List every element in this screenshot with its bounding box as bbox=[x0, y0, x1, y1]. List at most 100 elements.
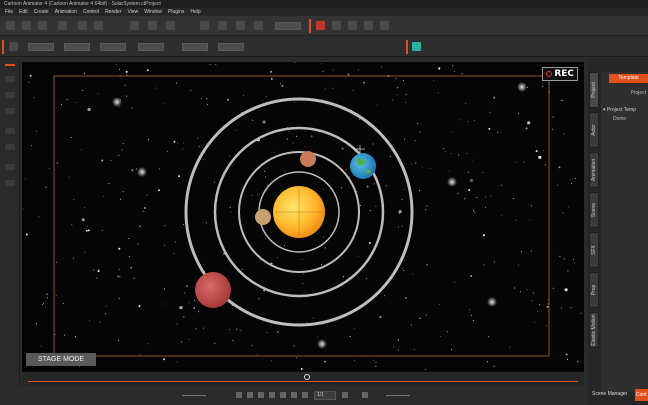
tree-root[interactable]: ▾ Project Temp bbox=[603, 107, 636, 113]
template-button[interactable]: Template bbox=[609, 74, 648, 83]
planet-mercury[interactable] bbox=[255, 209, 271, 225]
star bbox=[352, 90, 354, 92]
scene-manager-tab[interactable]: Scene Manager bbox=[592, 391, 627, 397]
tab-animation[interactable]: Animation bbox=[589, 152, 599, 188]
rail-tool-3[interactable] bbox=[5, 108, 15, 114]
redo-icon[interactable] bbox=[94, 21, 103, 30]
tab-project[interactable]: Project bbox=[589, 72, 599, 108]
zoom-field[interactable] bbox=[275, 22, 301, 30]
tab-scene[interactable]: Scene bbox=[589, 192, 599, 228]
timeline-scrubber[interactable] bbox=[22, 373, 584, 385]
star bbox=[181, 305, 183, 307]
menu-help[interactable]: Help bbox=[187, 8, 203, 16]
star bbox=[177, 142, 179, 144]
undo-icon[interactable] bbox=[78, 21, 87, 30]
tab-prop[interactable]: Prop bbox=[589, 272, 599, 308]
grid-icon[interactable] bbox=[254, 21, 263, 30]
rail-tool-1[interactable] bbox=[5, 76, 15, 82]
stage-icon[interactable] bbox=[9, 42, 18, 51]
star bbox=[176, 361, 178, 363]
star bbox=[101, 229, 103, 231]
menu-edit[interactable]: Edit bbox=[16, 8, 31, 16]
star bbox=[270, 70, 272, 73]
star bbox=[96, 277, 98, 279]
menu-create[interactable]: Create bbox=[31, 8, 52, 16]
star bbox=[565, 353, 568, 356]
rail-tool-7[interactable] bbox=[5, 180, 15, 186]
star bbox=[482, 171, 484, 173]
frame-field[interactable]: 1/1 bbox=[314, 391, 336, 400]
next-frame-icon[interactable] bbox=[280, 392, 286, 398]
fullscreen-icon[interactable] bbox=[362, 392, 368, 398]
option-field-5[interactable] bbox=[182, 43, 208, 51]
star bbox=[105, 305, 107, 307]
volume-slider[interactable] bbox=[182, 395, 206, 396]
new-icon[interactable] bbox=[6, 21, 15, 30]
menu-control[interactable]: Control bbox=[80, 8, 102, 16]
rail-tool-2[interactable] bbox=[5, 92, 15, 98]
next-key-icon[interactable] bbox=[291, 392, 297, 398]
loop-icon[interactable] bbox=[302, 392, 308, 398]
planet-earth[interactable] bbox=[350, 153, 376, 179]
planet-venus[interactable] bbox=[300, 151, 316, 167]
star bbox=[405, 297, 407, 299]
content-tab[interactable]: Cont bbox=[635, 389, 648, 401]
stage-viewport[interactable]: REC STAGE MODE bbox=[22, 62, 584, 372]
menu-animation[interactable]: Animation bbox=[52, 8, 80, 16]
select-icon[interactable] bbox=[130, 21, 139, 30]
option-field-6[interactable] bbox=[218, 43, 244, 51]
star bbox=[119, 68, 121, 70]
play-icon[interactable] bbox=[236, 392, 242, 398]
star bbox=[410, 163, 412, 165]
star bbox=[164, 303, 166, 305]
save-icon[interactable] bbox=[38, 21, 47, 30]
layer-icon[interactable] bbox=[236, 21, 245, 30]
star bbox=[452, 65, 454, 67]
speed-slider[interactable] bbox=[386, 395, 410, 396]
rail-tool-5[interactable] bbox=[5, 144, 15, 150]
transform-icon[interactable] bbox=[148, 21, 157, 30]
menu-file[interactable]: File bbox=[2, 8, 16, 16]
tab-elastic-motion[interactable]: Elastic Motion bbox=[589, 312, 599, 348]
rail-tool-4[interactable] bbox=[5, 128, 15, 134]
move-icon[interactable] bbox=[348, 21, 357, 30]
camera-icon[interactable] bbox=[166, 21, 175, 30]
star bbox=[41, 304, 43, 306]
star bbox=[312, 317, 314, 319]
import-icon[interactable] bbox=[58, 21, 67, 30]
star bbox=[375, 365, 377, 367]
option-field-3[interactable] bbox=[100, 43, 126, 51]
star bbox=[229, 206, 231, 208]
tab-actor[interactable]: Actor bbox=[589, 112, 599, 148]
menu-render[interactable]: Render bbox=[102, 8, 124, 16]
option-field-4[interactable] bbox=[138, 43, 164, 51]
render-icon[interactable] bbox=[200, 21, 209, 30]
planet-mars[interactable] bbox=[195, 272, 231, 308]
open-icon[interactable] bbox=[22, 21, 31, 30]
smart-ik-icon[interactable] bbox=[412, 42, 421, 51]
rail-tool-6[interactable] bbox=[5, 164, 15, 170]
scale-icon[interactable] bbox=[380, 21, 389, 30]
stop-icon[interactable] bbox=[247, 392, 253, 398]
star bbox=[103, 196, 104, 198]
timeline-track[interactable] bbox=[28, 381, 578, 382]
preview-icon[interactable] bbox=[218, 21, 227, 30]
tab-sfx[interactable]: SFX bbox=[589, 232, 599, 268]
stage-canvas[interactable] bbox=[22, 62, 584, 372]
option-field-1[interactable] bbox=[28, 43, 54, 51]
prev-frame-icon[interactable] bbox=[269, 392, 275, 398]
frame-up-icon[interactable] bbox=[342, 392, 348, 398]
star bbox=[519, 291, 521, 293]
menu-plugins[interactable]: Plugins bbox=[165, 8, 187, 16]
stage-mode-badge[interactable]: STAGE MODE bbox=[26, 353, 96, 366]
puppet-icon[interactable] bbox=[332, 21, 341, 30]
menu-window[interactable]: Window bbox=[141, 8, 165, 16]
timeline-handle[interactable] bbox=[304, 374, 310, 380]
option-field-2[interactable] bbox=[64, 43, 90, 51]
rotate-icon[interactable] bbox=[364, 21, 373, 30]
record-camera-icon[interactable] bbox=[316, 21, 325, 30]
prev-key-icon[interactable] bbox=[258, 392, 264, 398]
menu-view[interactable]: View bbox=[124, 8, 141, 16]
star bbox=[321, 63, 323, 65]
tree-item-demo[interactable]: Demo bbox=[613, 116, 626, 122]
